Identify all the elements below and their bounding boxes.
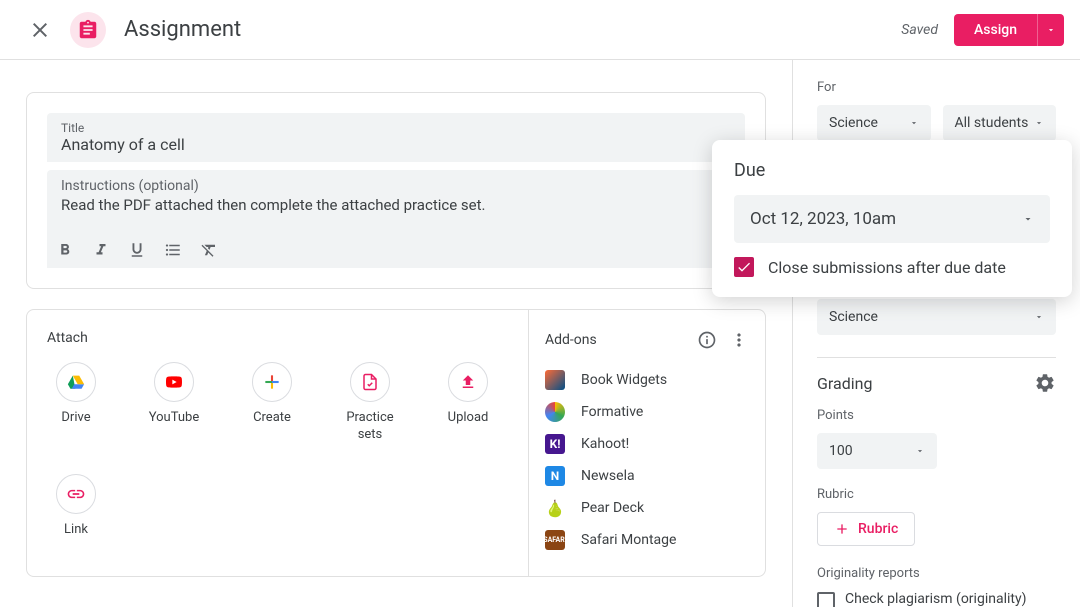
title-label: Title [61, 121, 731, 135]
addon-kahoot[interactable]: K!Kahoot! [545, 428, 749, 460]
list-icon [164, 241, 182, 259]
attach-label: Attach [47, 330, 508, 346]
page-title: Assignment [124, 17, 901, 42]
main-content: Title Anatomy of a cell Instructions (op… [0, 60, 792, 607]
originality-label: Originality reports [817, 566, 1056, 581]
upload-icon [459, 373, 477, 391]
instructions-label: Instructions (optional) [61, 178, 731, 194]
more-vert-icon[interactable] [729, 330, 749, 350]
italic-icon [92, 241, 110, 259]
addon-book-widgets[interactable]: Book Widgets [545, 364, 749, 396]
clear-format-button[interactable] [199, 240, 219, 260]
list-button[interactable] [163, 240, 183, 260]
addon-formative[interactable]: Formative [545, 396, 749, 428]
attach-practice-sets[interactable]: Practice sets [341, 362, 399, 444]
assignment-editor-card: Title Anatomy of a cell Instructions (op… [26, 92, 766, 289]
attachments-card: Attach Drive YouTube Create [26, 309, 766, 577]
originality-check-label: Check plagiarism (originality) [845, 591, 1026, 607]
attach-create[interactable]: Create [243, 362, 301, 444]
underline-icon [128, 241, 146, 259]
originality-checkbox[interactable] [817, 592, 835, 607]
instructions-value: Read the PDF attached then complete the … [61, 196, 731, 224]
points-select[interactable]: 100 [817, 433, 937, 469]
clear-format-icon [200, 241, 218, 259]
close-submissions-label: Close submissions after due date [768, 258, 1006, 277]
practice-sets-icon [361, 372, 379, 392]
app-header: Assignment Saved Assign [0, 0, 1080, 60]
caret-down-icon [1034, 312, 1044, 322]
students-select[interactable]: All students [943, 105, 1057, 141]
italic-button[interactable] [91, 240, 111, 260]
close-button[interactable] [16, 6, 64, 54]
saved-status: Saved [901, 22, 938, 38]
caret-down-icon [909, 118, 919, 128]
rubric-label: Rubric [817, 487, 1056, 502]
caret-down-icon [915, 446, 925, 456]
info-icon[interactable] [697, 330, 717, 350]
rubric-button[interactable]: Rubric [817, 512, 915, 546]
link-icon [66, 484, 86, 504]
plus-icon [834, 521, 850, 537]
caret-down-icon [1034, 118, 1044, 128]
close-submissions-checkbox[interactable] [734, 257, 754, 277]
addon-pear-deck[interactable]: 🍐Pear Deck [545, 492, 749, 524]
caret-down-icon [1022, 213, 1034, 225]
youtube-icon [163, 374, 185, 390]
class-select[interactable]: Science [817, 105, 931, 141]
drive-icon [66, 373, 86, 391]
attach-youtube[interactable]: YouTube [145, 362, 203, 444]
addons-label: Add-ons [545, 332, 597, 348]
assignment-icon [77, 19, 99, 41]
assignment-icon-wrap [68, 10, 108, 50]
addon-safari-montage[interactable]: SAFARISafari Montage [545, 524, 749, 556]
attach-drive[interactable]: Drive [47, 362, 105, 444]
instructions-field[interactable]: Instructions (optional) Read the PDF att… [47, 170, 745, 232]
addon-newsela[interactable]: NNewsela [545, 460, 749, 492]
points-label: Points [817, 408, 1056, 423]
caret-down-icon [1046, 25, 1056, 35]
due-date-popup: Due Oct 12, 2023, 10am Close submissions… [712, 140, 1072, 297]
plus-icon [262, 372, 282, 392]
assign-button[interactable]: Assign [954, 14, 1037, 46]
topic-select[interactable]: Science [817, 299, 1056, 335]
gear-icon[interactable] [1034, 372, 1056, 394]
bold-icon [56, 241, 74, 259]
bold-button[interactable] [55, 240, 75, 260]
assign-button-group: Assign [954, 14, 1064, 46]
title-field[interactable]: Title Anatomy of a cell [47, 113, 745, 162]
due-title: Due [734, 160, 1050, 181]
due-date-select[interactable]: Oct 12, 2023, 10am [734, 195, 1050, 243]
check-icon [736, 259, 752, 275]
assign-dropdown-button[interactable] [1037, 14, 1064, 46]
attach-link[interactable]: Link [47, 474, 105, 539]
attach-upload[interactable]: Upload [439, 362, 497, 444]
underline-button[interactable] [127, 240, 147, 260]
grading-heading: Grading [817, 374, 872, 393]
formatting-toolbar [47, 232, 745, 268]
title-value: Anatomy of a cell [61, 135, 731, 154]
close-icon [28, 18, 52, 42]
for-label: For [817, 80, 1056, 95]
